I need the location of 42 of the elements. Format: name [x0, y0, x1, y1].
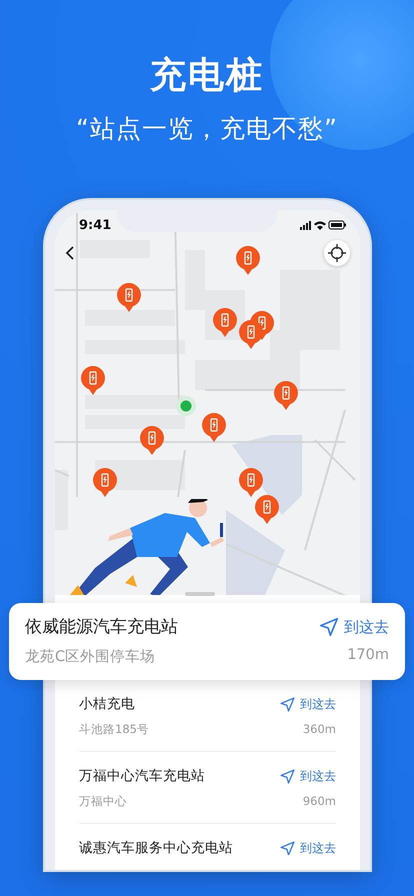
station-address: 斗池路185号 [79, 722, 149, 737]
navigate-link[interactable]: 到这去 [279, 696, 336, 712]
charging-pin-icon[interactable] [81, 366, 105, 395]
street [177, 450, 186, 498]
map-view[interactable]: 9:41 [55, 210, 360, 595]
charging-pin-icon[interactable] [93, 468, 117, 497]
charging-pin-icon[interactable] [213, 308, 237, 337]
navigate-link[interactable]: 到这去 [279, 768, 336, 784]
station-distance: 360m [302, 722, 336, 737]
station-name: 依威能源汽车充电站 [25, 616, 178, 639]
charging-pin-icon[interactable] [255, 495, 279, 524]
back-icon[interactable] [65, 246, 75, 260]
station-distance: 170m [347, 647, 389, 665]
charging-pin-icon[interactable] [274, 381, 298, 410]
station-name: 万福中心汽车充电站 [79, 767, 205, 786]
navigation-arrow-icon [279, 768, 296, 784]
charging-pin-icon[interactable] [140, 426, 164, 455]
street [55, 469, 70, 477]
station-name: 诚惠汽车服务中心充电站 [79, 839, 233, 855]
charging-pin-icon[interactable] [202, 413, 226, 442]
page-title: 充电桩 [150, 55, 264, 97]
station-card[interactable]: 依威能源汽车充电站 到这去 龙苑C区外围停车场 170m [9, 603, 405, 680]
crosshair-icon [328, 244, 346, 262]
navigate-link[interactable]: 到这去 [279, 840, 336, 855]
locate-button[interactable] [324, 240, 350, 266]
navigation-arrow-icon [318, 616, 340, 638]
navigation-arrow-icon [279, 840, 296, 855]
charging-pin-icon[interactable] [117, 283, 141, 312]
charging-pin-icon[interactable] [239, 320, 263, 349]
navigation-arrow-icon [279, 696, 296, 712]
charging-pin-icon[interactable] [239, 468, 263, 497]
page-subtitle: “站点一览，充电不愁” [76, 113, 338, 145]
charging-pin-icon[interactable] [236, 246, 260, 275]
station-name: 小桔充电 [79, 695, 135, 714]
status-icons [300, 220, 346, 230]
station-address: 万福中心 [79, 794, 127, 809]
station-distance: 960m [302, 794, 336, 809]
station-address: 龙苑C区外围停车场 [25, 648, 156, 666]
status-time: 9:41 [79, 218, 112, 233]
current-location-icon [175, 395, 197, 417]
building [55, 470, 68, 530]
navigate-link[interactable]: 到这去 [318, 616, 389, 638]
